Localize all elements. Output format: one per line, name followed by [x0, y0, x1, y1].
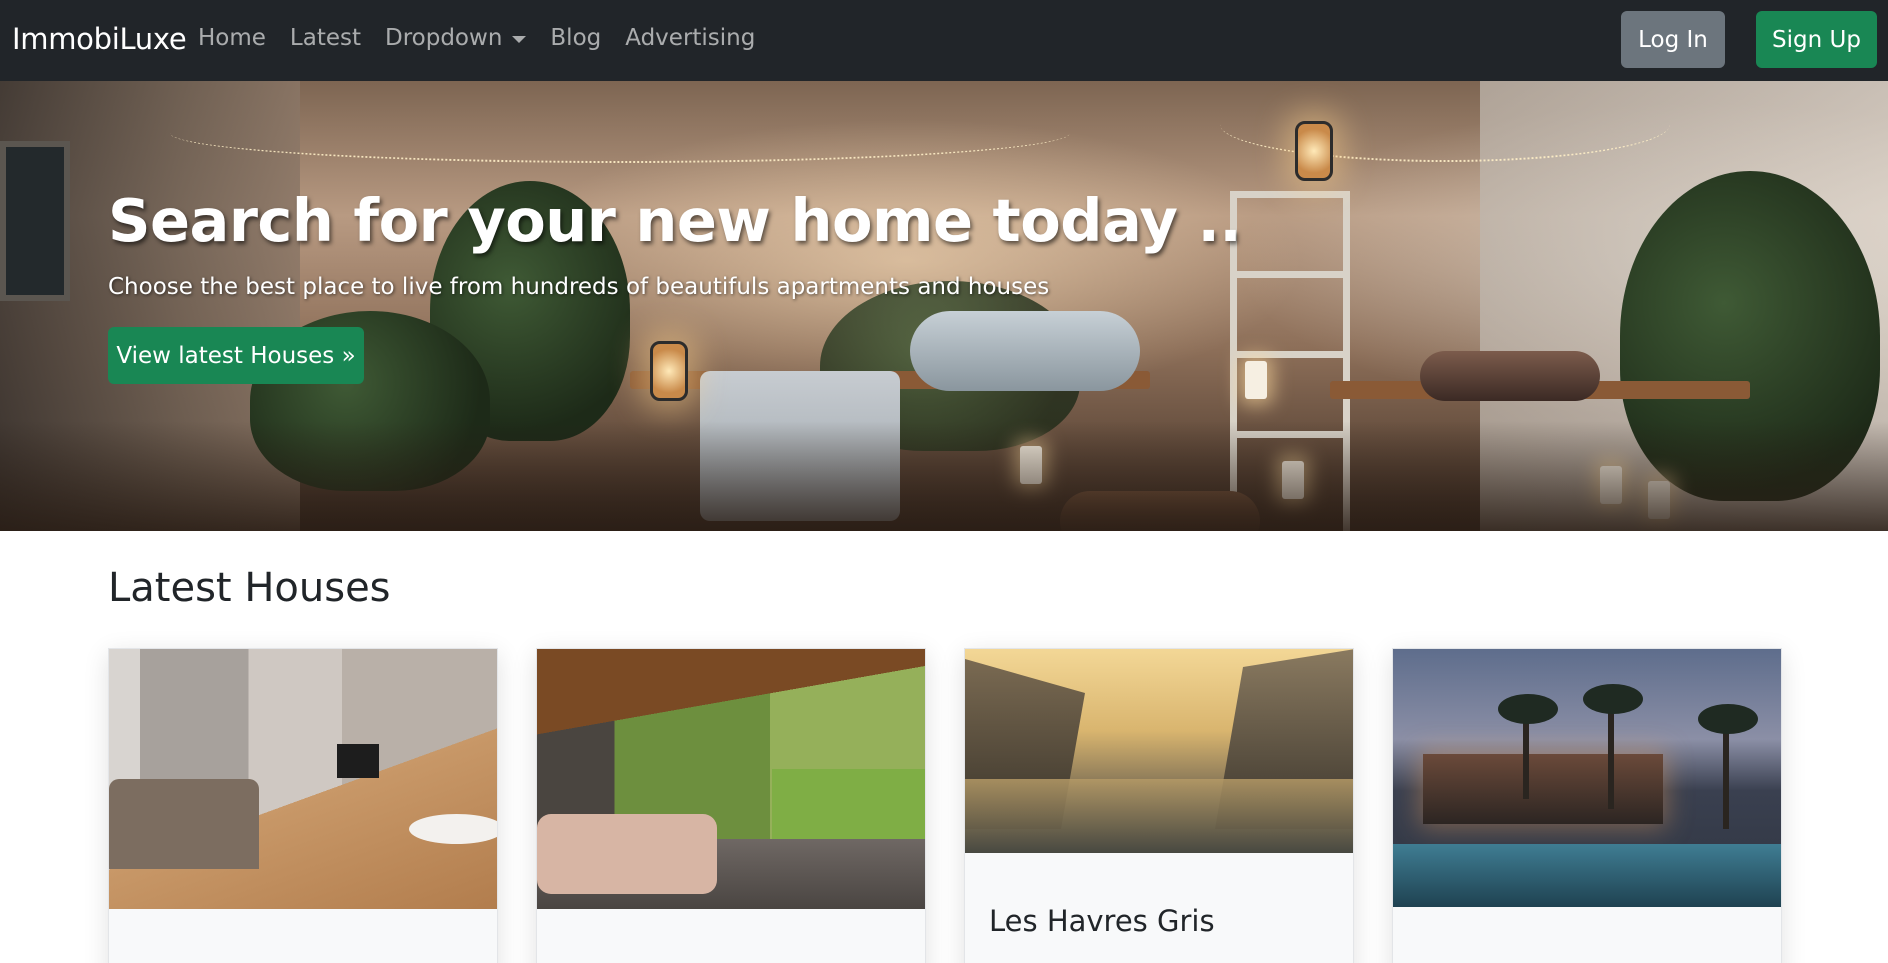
candle-icon — [1245, 361, 1267, 399]
nav-dropdown-toggle[interactable]: Dropdown — [385, 25, 527, 51]
nav-link-home[interactable]: Home — [198, 25, 266, 51]
nav-links: Home Latest Dropdown Blog Advertising — [198, 25, 755, 51]
house-card-title[interactable]: Les Havres Gris — [989, 904, 1215, 938]
nav-link-advertising[interactable]: Advertising — [625, 25, 755, 51]
house-card[interactable] — [108, 648, 498, 963]
nav-link-latest[interactable]: Latest — [290, 25, 361, 51]
house-card[interactable] — [536, 648, 926, 963]
caret-down-icon — [512, 35, 527, 43]
nav-dropdown-label: Dropdown — [385, 25, 503, 51]
signup-button[interactable]: Sign Up — [1756, 11, 1877, 68]
hero-floor-shade — [0, 421, 1888, 531]
house-card-image[interactable] — [965, 649, 1353, 853]
house-card[interactable]: Les Havres Gris — [964, 648, 1354, 963]
hero-subtitle: Choose the best place to live from hundr… — [108, 274, 1050, 300]
house-card-image[interactable] — [537, 649, 925, 909]
hero-cushion — [910, 311, 1140, 391]
string-lights-decoration — [170, 103, 1070, 163]
view-latest-houses-button[interactable]: View latest Houses » — [108, 327, 364, 384]
string-lights-decoration — [1220, 87, 1670, 162]
lantern-icon — [650, 341, 688, 401]
nav-link-blog[interactable]: Blog — [550, 25, 601, 51]
login-button[interactable]: Log In — [1621, 11, 1725, 68]
top-navbar: ImmobiLuxe Home Latest Dropdown Blog Adv… — [0, 0, 1888, 81]
brand-logo[interactable]: ImmobiLuxe — [12, 22, 187, 56]
house-card-image[interactable] — [109, 649, 497, 909]
hero-cushion — [1420, 351, 1600, 401]
house-card-image[interactable] — [1393, 649, 1781, 907]
lantern-icon — [1295, 121, 1333, 181]
hero-title: Search for your new home today .. — [108, 186, 1242, 255]
house-card[interactable] — [1392, 648, 1782, 963]
hero-banner: Search for your new home today .. Choose… — [0, 81, 1888, 531]
hero-bg-window — [0, 141, 70, 301]
latest-houses-heading: Latest Houses — [108, 565, 391, 611]
